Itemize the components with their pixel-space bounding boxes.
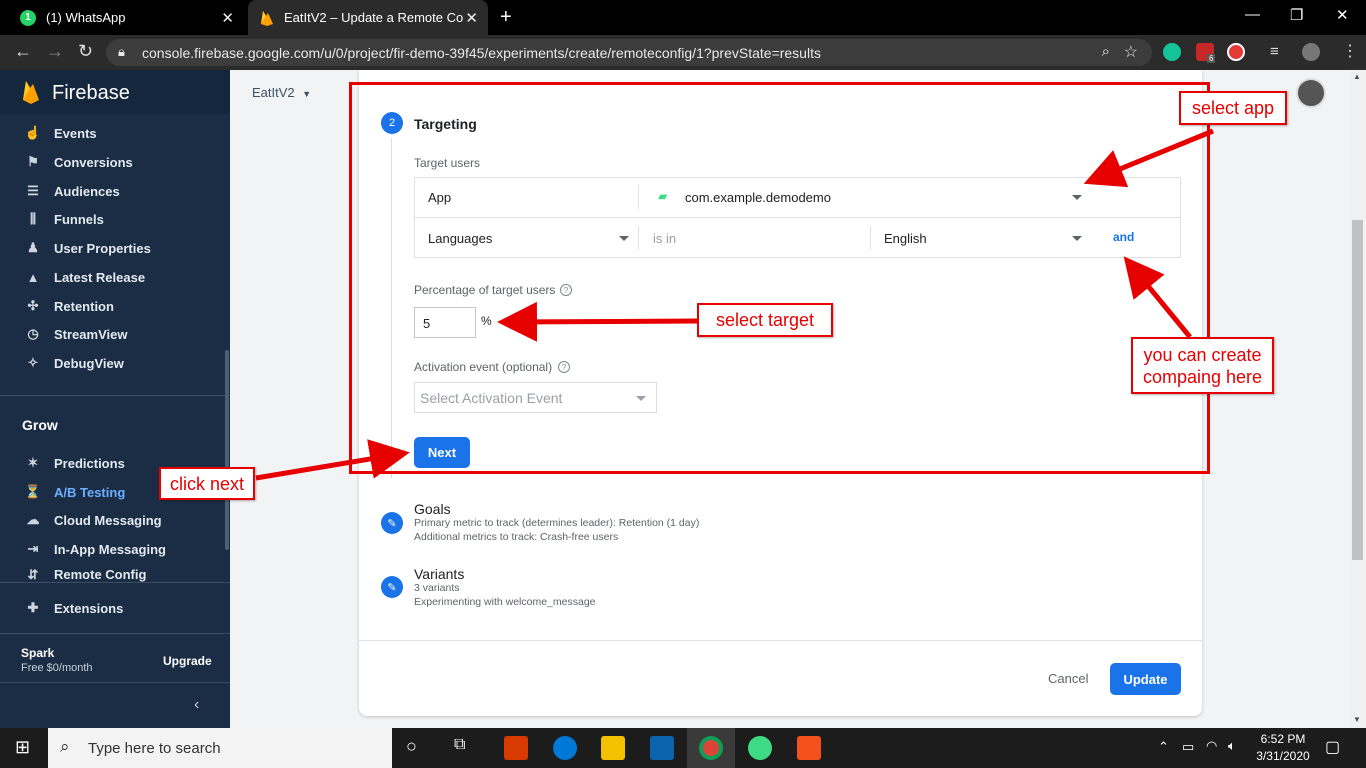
arrow-to-next-button: [255, 439, 410, 481]
arrow-to-app-dropdown: [1083, 128, 1214, 188]
search-icon: ⌕: [60, 737, 70, 756]
callout-select-target: select target: [697, 303, 833, 337]
windows-start-icon[interactable]: ⊞: [15, 737, 30, 758]
taskbar-chrome-active[interactable]: [687, 728, 735, 768]
windows-taskbar: ⊞ ⌕ Type here to search ○ ⧉ ⌃ ▭ ◠ 🔈︎ 6:5…: [0, 728, 1366, 768]
time: 6:52 PM: [1260, 732, 1306, 746]
volume-icon[interactable]: 🔈︎: [1228, 738, 1236, 754]
show-hidden-icons[interactable]: ⌃: [1158, 739, 1169, 755]
cortana-icon[interactable]: ○: [406, 736, 417, 757]
mail-icon[interactable]: [650, 736, 674, 760]
office-icon[interactable]: [504, 736, 528, 760]
task-view-icon[interactable]: ⧉: [454, 736, 465, 754]
callout-create-campaign: you can create compaing here: [1131, 337, 1274, 394]
chrome-icon: [699, 736, 723, 760]
callout-click-next: click next: [159, 467, 255, 500]
wifi-icon[interactable]: ◠: [1206, 738, 1217, 754]
callout-select-app: select app: [1179, 91, 1287, 125]
android-studio-icon[interactable]: [748, 736, 772, 760]
arrow-to-and-link: [1123, 256, 1192, 339]
camera-app-icon[interactable]: [797, 736, 821, 760]
taskbar-clock[interactable]: 6:52 PM 3/31/2020: [1248, 731, 1318, 765]
file-explorer-icon[interactable]: [601, 736, 625, 760]
battery-icon[interactable]: ▭: [1182, 739, 1194, 755]
arrow-to-percentage: [497, 301, 699, 342]
edge-icon[interactable]: [553, 736, 577, 760]
notifications-icon[interactable]: ▢: [1325, 737, 1340, 757]
taskbar-search-input[interactable]: ⌕ Type here to search: [48, 728, 392, 768]
date: 3/31/2020: [1256, 749, 1310, 763]
